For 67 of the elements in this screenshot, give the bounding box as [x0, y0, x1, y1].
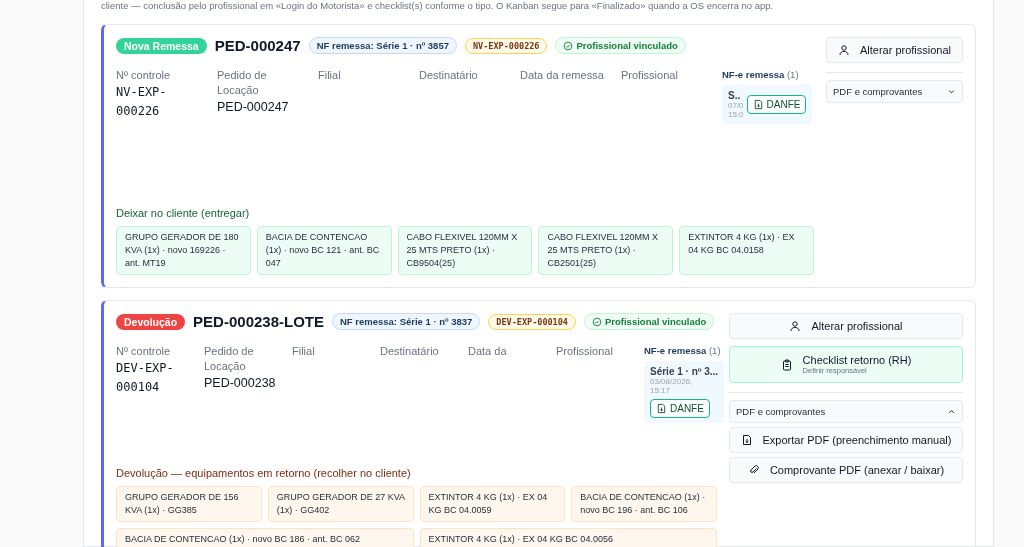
nfe-date: 03/08/2026, — [650, 377, 694, 386]
field-label: Filial — [318, 68, 342, 83]
change-professional-button[interactable]: Alterar profissional — [826, 37, 963, 63]
equipment-chip: CABO FLEXIVEL 120MM X 25 MTS PRETO (1x) · CB2501(25) — [538, 226, 674, 275]
order-title: PED-000247 — [214, 37, 301, 54]
field-label: Pedido de Locação — [204, 344, 255, 374]
field-label: Destinatário — [419, 68, 479, 83]
nfe-time: 15:17 — [650, 386, 672, 395]
field-value: PED-000238 — [204, 375, 277, 392]
nf-tag: NF remessa: Série 1 · nº 3857 — [308, 37, 457, 54]
control-tag: DEV-EXP-000104 — [488, 313, 576, 330]
order-title: PED-000238-LOTE — [193, 313, 324, 330]
paperclip-icon — [747, 464, 760, 476]
field-value: PED-000247 — [217, 99, 290, 116]
pdf-dropdown[interactable]: PDF e comprovantes — [729, 400, 963, 423]
section-title: Devolução — equipamentos em retorno (recolher no cliente) — [116, 467, 412, 479]
type-badge: Nova Remessa — [116, 37, 207, 54]
nf-tag: NF remessa: Série 1 · nº 3837 — [332, 313, 481, 330]
user-icon — [789, 320, 802, 332]
nfe-number: S.. — [728, 90, 742, 101]
control-tag: NV-EXP-000226 — [464, 37, 548, 54]
field-label: Data da — [468, 344, 508, 359]
export-pdf-button[interactable]: Exportar PDF (preenchimento manual) — [729, 427, 963, 453]
nfe-number: Série 1 · nº 3... — [650, 366, 719, 377]
equipment-chip: GRUPO GERADOR DE 156 KVA (1x) · GG385 — [116, 486, 262, 522]
field-label: Nº controle — [116, 344, 172, 359]
nfe-date: 07/0 — [728, 101, 744, 110]
type-badge: Devolução — [116, 313, 186, 330]
field-label: Profissional — [621, 68, 679, 83]
nfe-title: NF-e remessa (1) — [722, 68, 800, 81]
field-label: Destinatário — [380, 344, 440, 359]
danfe-button[interactable]: DANFE — [746, 95, 807, 114]
equipment-chip: GRUPO GERADOR DE 180 KVA (1x) · novo 169226 · ant. MT19 — [116, 226, 251, 275]
file-download-icon — [740, 434, 753, 446]
equipment-chip: CABO FLEXIVEL 120MM X 25 MTS PRETO (1x) · CB9504(25) — [397, 226, 533, 275]
nfe-time: 15:0 — [728, 110, 744, 119]
field-label: Filial — [292, 344, 316, 359]
check-circle-icon — [592, 316, 602, 327]
chevron-icon — [947, 87, 956, 96]
equipment-chip: BACIA DE CONTENCAO (1x) · novo BC 196 · ant. BC 106 — [571, 486, 717, 522]
equipment-chip: EXTINTOR 4 KG (1x) · EX 04 KG BC 04.0059 — [419, 486, 566, 522]
status-tag: Profissional vinculado — [555, 37, 686, 54]
equipment-chip: BACIA DE CONTENCAO (1x) · novo BC 186 · ant. BC 062 — [116, 528, 414, 547]
file-download-icon — [656, 403, 667, 414]
equipment-chip: EXTINTOR 4 KG (1x) · EX 04 KG BC 04.0158 — [679, 226, 814, 275]
user-icon — [837, 44, 850, 56]
field-label: Pedido de Locação — [217, 68, 268, 98]
field-value: DEV-EXP-000104 — [116, 360, 175, 396]
file-download-icon — [752, 99, 764, 110]
field-label: Data da remessa — [520, 68, 605, 83]
danfe-button[interactable]: DANFE — [650, 399, 710, 418]
field-label: Profissional — [556, 344, 614, 359]
check-circle-icon — [563, 40, 574, 51]
intro-text: cliente — conclusão pelo profissional em «Login do Motorista» e checklist(s) conforme o tipo. O Kanban segue para «Finalizado» quando a OS encerra no app. — [101, 0, 775, 12]
field-value: NV-EXP-000226 — [116, 84, 168, 120]
nfe-title: NF-e remessa (1) — [644, 344, 722, 357]
pdf-dropdown[interactable]: PDF e comprovantes — [826, 80, 963, 103]
status-tag: Profissional vinculado — [584, 313, 715, 330]
equipment-chip: EXTINTOR 4 KG (1x) · EX 04 KG BC 04.0056 — [419, 528, 717, 547]
chevron-icon — [947, 407, 956, 416]
attach-pdf-button[interactable]: Comprovante PDF (anexar / baixar) — [729, 457, 963, 483]
field-label: Nº controle — [116, 68, 172, 83]
equipment-chip: BACIA DE CONTENCAO (1x) · novo BC 121 · ant. BC 047 — [256, 226, 392, 275]
clipboard-icon — [780, 358, 793, 371]
equipment-chip: GRUPO GERADOR DE 27 KVA (1x) · GG402 — [267, 486, 414, 522]
change-professional-button[interactable]: Alterar profissional — [729, 313, 963, 339]
section-title: Deixar no cliente (entregar) — [116, 207, 251, 219]
